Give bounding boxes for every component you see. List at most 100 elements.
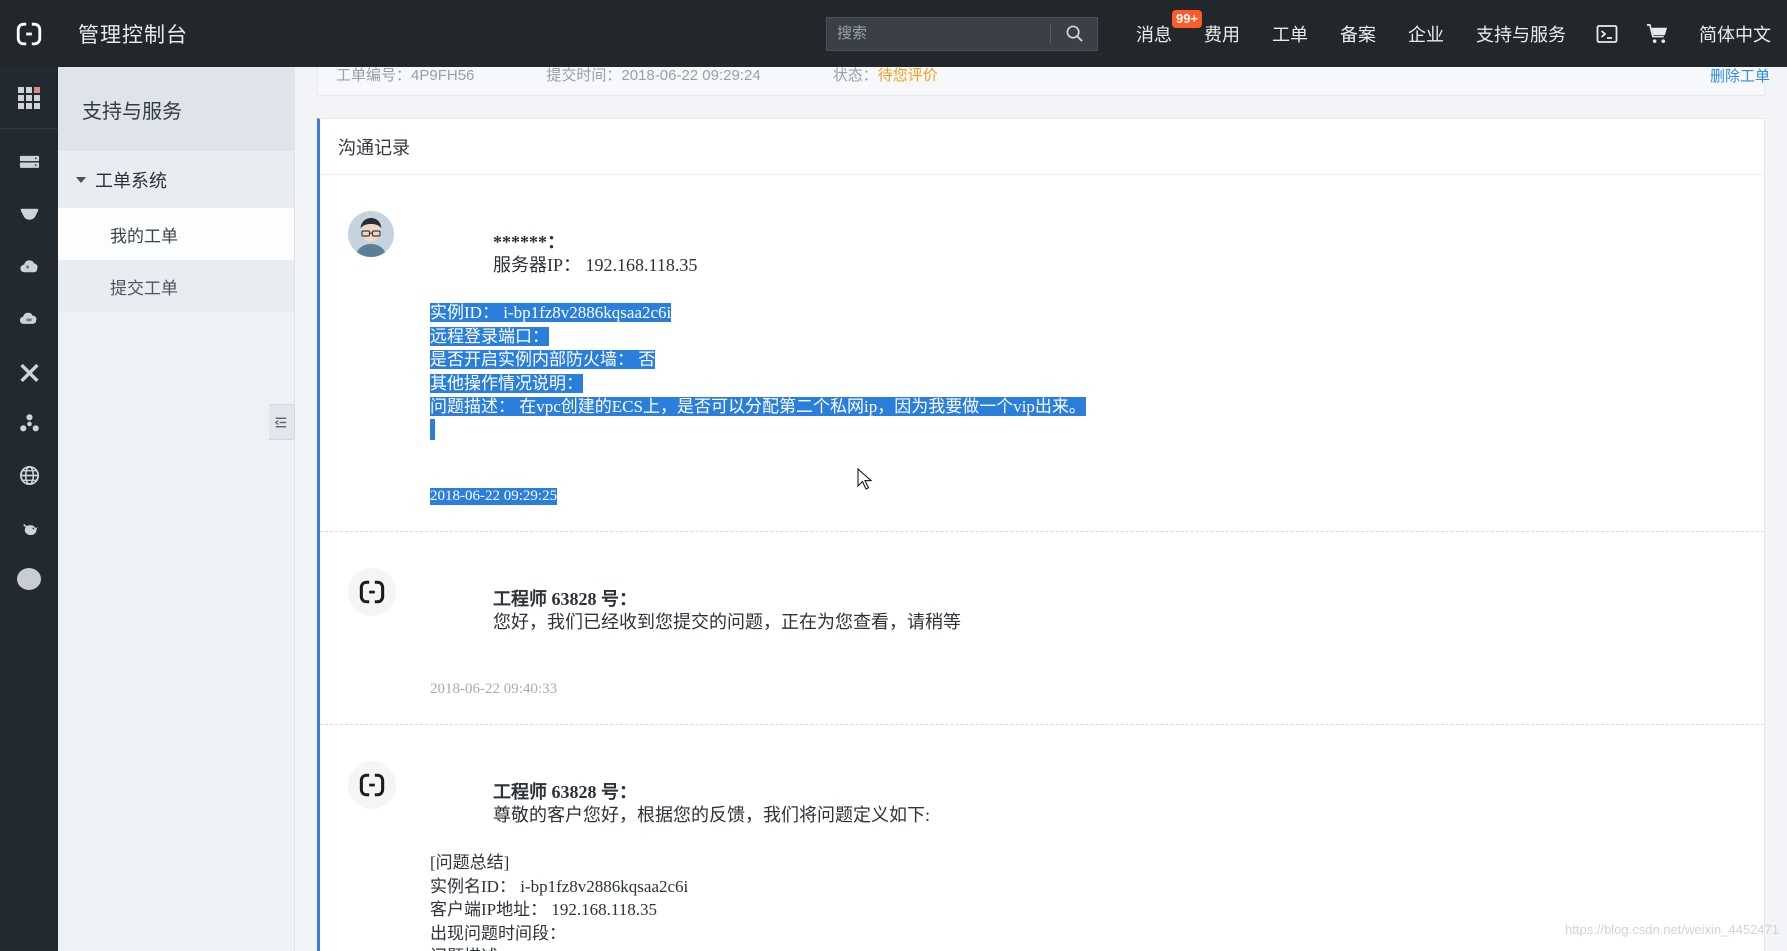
search-glyph bbox=[1066, 25, 1083, 42]
watermark-text: https://blog.csdn.net/weixin_4452471 bbox=[1565, 922, 1779, 937]
avatar bbox=[348, 207, 430, 505]
message-header-line: 工程师 63828 号： 您好，我们已经收到您提交的问题，正在为您查看，请稍等 bbox=[430, 564, 1744, 658]
ticket-number-value: 4P9FH56 bbox=[411, 67, 475, 84]
server-stack-icon bbox=[19, 155, 39, 168]
message-line: 远程登录端口： bbox=[430, 325, 1744, 349]
nav-item-enterprise[interactable]: 企业 bbox=[1392, 0, 1460, 67]
message-header-rest: 服务器IP： 192.168.118.35 bbox=[493, 255, 698, 275]
communication-record-card: 沟通记录 ******： 服务器IP： 192.168.118.35 实例ID：… bbox=[317, 118, 1765, 951]
sidebar-item-label: 我的工单 bbox=[110, 226, 178, 246]
avatar bbox=[348, 564, 430, 698]
aliyun-logo-glyph bbox=[359, 773, 385, 797]
status-label: 状态： bbox=[832, 67, 878, 84]
submit-time-label: 提交时间： bbox=[546, 67, 622, 84]
sidebar-item-my-tickets[interactable]: 我的工单 bbox=[58, 208, 294, 260]
aliyun-logo-glyph bbox=[359, 580, 385, 604]
nav-item-support-service[interactable]: 支持与服务 bbox=[1460, 0, 1582, 67]
nav-item-messages[interactable]: 消息 99+ bbox=[1120, 0, 1203, 67]
aliyun-logo-icon[interactable] bbox=[0, 0, 58, 67]
search-box[interactable] bbox=[826, 16, 1098, 51]
message-line: 是否开启实例内部防火墙： 否 bbox=[430, 348, 1744, 372]
cloud-db-icon bbox=[19, 312, 36, 324]
apps-grid-icon[interactable] bbox=[0, 67, 58, 129]
message-line: 出现问题时间段： bbox=[430, 923, 566, 943]
secondary-sidebar: 支持与服务 工单系统 我的工单 提交工单 bbox=[58, 67, 295, 951]
message-line: 问题描述： 在vpc创建的ECS上，是否可以分配第二个私网ip，因为我要做一个v… bbox=[430, 395, 1744, 419]
message-timestamp: 2018-06-22 09:40:33 bbox=[430, 681, 558, 697]
message-item: 工程师 63828 号： 尊敬的客户您好，根据您的反馈，我们将问题定义如下: [… bbox=[320, 724, 1764, 951]
search-icon[interactable] bbox=[1051, 18, 1097, 50]
message-sender: ******： bbox=[493, 231, 565, 252]
text-caret bbox=[430, 418, 1744, 443]
page-title: 支持与服务 bbox=[58, 67, 294, 151]
user-avatar-icon bbox=[348, 211, 394, 257]
message-item: ******： 服务器IP： 192.168.118.35 实例ID： i-bp… bbox=[320, 175, 1764, 531]
sidebar-group-ticket-system[interactable]: 工单系统 bbox=[58, 151, 294, 208]
sidebar-item-monitor[interactable] bbox=[0, 501, 58, 553]
avatar bbox=[348, 757, 430, 951]
communication-record-title: 沟通记录 bbox=[320, 119, 1764, 175]
apps-grid-glyph bbox=[18, 86, 40, 109]
network-cross-icon bbox=[19, 363, 39, 382]
ticket-submit-time: 提交时间：2018-06-22 09:29:24 bbox=[546, 67, 760, 85]
nav-item-icp-filing[interactable]: 备案 bbox=[1324, 0, 1392, 67]
message-line-text-selected: 是否开启实例内部防火墙： 否 bbox=[430, 350, 656, 369]
language-label: 简体中文 bbox=[1699, 24, 1771, 45]
sidebar-item-cdn[interactable] bbox=[0, 397, 58, 449]
sidebar-item-network[interactable] bbox=[0, 345, 58, 397]
nav-item-label: 备案 bbox=[1340, 24, 1376, 45]
message-timestamp: 2018-06-22 09:29:25 bbox=[430, 488, 558, 505]
collapse-panel-icon bbox=[274, 417, 287, 427]
browser-page: 管理控制台 消息 99+ 费用 工单 备案 bbox=[0, 0, 1787, 951]
main-content: 工单编号：4P9FH56 提交时间：2018-06-22 09:29:24 状态… bbox=[295, 67, 1787, 951]
sidebar-collapse-toggle[interactable] bbox=[269, 404, 295, 440]
status-value: 待您评价 bbox=[877, 67, 938, 84]
circle-icon bbox=[17, 568, 41, 590]
cloud-icon bbox=[19, 259, 38, 272]
message-line-text-selected: 实例ID： i-bp1fz8v2886kqsaa2c6i bbox=[430, 303, 672, 322]
sidebar-item-cloud-storage[interactable] bbox=[0, 241, 58, 293]
top-navigation-bar: 管理控制台 消息 99+ 费用 工单 备案 bbox=[0, 0, 1787, 67]
ticket-meta-bar: 工单编号：4P9FH56 提交时间：2018-06-22 09:29:24 状态… bbox=[317, 67, 1770, 96]
ticket-number-label: 工单编号： bbox=[336, 67, 412, 84]
message-line-text-selected: 问题描述： 在vpc创建的ECS上，是否可以分配第二个私网ip，因为我要做一个v… bbox=[430, 397, 1086, 416]
sidebar-item-ecs[interactable] bbox=[0, 137, 58, 189]
nav-item-label: 工单 bbox=[1272, 24, 1308, 45]
message-line-text-selected: 远程登录端口： bbox=[430, 326, 549, 346]
search-input[interactable] bbox=[827, 25, 1050, 42]
aliyun-logo-avatar-icon bbox=[348, 761, 396, 809]
message-line: [问题总结] bbox=[430, 853, 510, 872]
ticket-number: 工单编号：4P9FH56 bbox=[336, 67, 474, 85]
message-header-rest: 尊敬的客户您好，根据您的反馈，我们将问题定义如下: bbox=[493, 805, 930, 825]
message-body: 工程师 63828 号： 尊敬的客户您好，根据您的反馈，我们将问题定义如下: [… bbox=[430, 757, 1764, 951]
sidebar-item-domain[interactable] bbox=[0, 449, 58, 501]
message-sender: 工程师 63828 号： bbox=[493, 588, 637, 609]
nav-items: 消息 99+ 费用 工单 备案 企业 支持与服务 简体中文 bbox=[1120, 0, 1787, 67]
message-line: 客户端IP地址： 192.168.118.35 bbox=[430, 900, 657, 919]
rail-list bbox=[0, 129, 58, 605]
delete-ticket-link[interactable]: 删除工单 bbox=[1710, 67, 1770, 86]
terminal-glyph bbox=[1596, 24, 1618, 43]
sidebar-item-security[interactable] bbox=[0, 189, 58, 241]
sidebar-item-more[interactable] bbox=[0, 553, 58, 605]
console-title: 管理控制台 bbox=[78, 23, 188, 47]
message-body: ******： 服务器IP： 192.168.118.35 实例ID： i-bp… bbox=[430, 207, 1764, 505]
shopping-cart-icon[interactable] bbox=[1632, 0, 1683, 67]
product-icon-rail bbox=[0, 67, 58, 951]
aliyun-logo-glyph bbox=[16, 22, 42, 45]
message-list: ******： 服务器IP： 192.168.118.35 实例ID： i-bp… bbox=[320, 175, 1764, 951]
sidebar-item-rds[interactable] bbox=[0, 293, 58, 345]
nav-item-label: 消息 bbox=[1136, 24, 1172, 45]
message-line: 实例ID： i-bp1fz8v2886kqsaa2c6i bbox=[430, 301, 1744, 325]
sidebar-group-label: 工单系统 bbox=[95, 170, 167, 191]
nav-item-tickets[interactable]: 工单 bbox=[1256, 0, 1324, 67]
bug-icon bbox=[22, 523, 38, 535]
message-body: 工程师 63828 号： 您好，我们已经收到您提交的问题，正在为您查看，请稍等 … bbox=[430, 564, 1764, 698]
sidebar-item-label: 提交工单 bbox=[110, 278, 178, 298]
cart-glyph bbox=[1646, 24, 1668, 43]
language-selector[interactable]: 简体中文 bbox=[1683, 0, 1787, 67]
message-header-line: ******： 服务器IP： 192.168.118.35 bbox=[430, 207, 1744, 301]
chevron-down-icon bbox=[76, 176, 86, 183]
sidebar-item-submit-ticket[interactable]: 提交工单 bbox=[58, 260, 294, 312]
terminal-icon[interactable] bbox=[1582, 0, 1632, 67]
